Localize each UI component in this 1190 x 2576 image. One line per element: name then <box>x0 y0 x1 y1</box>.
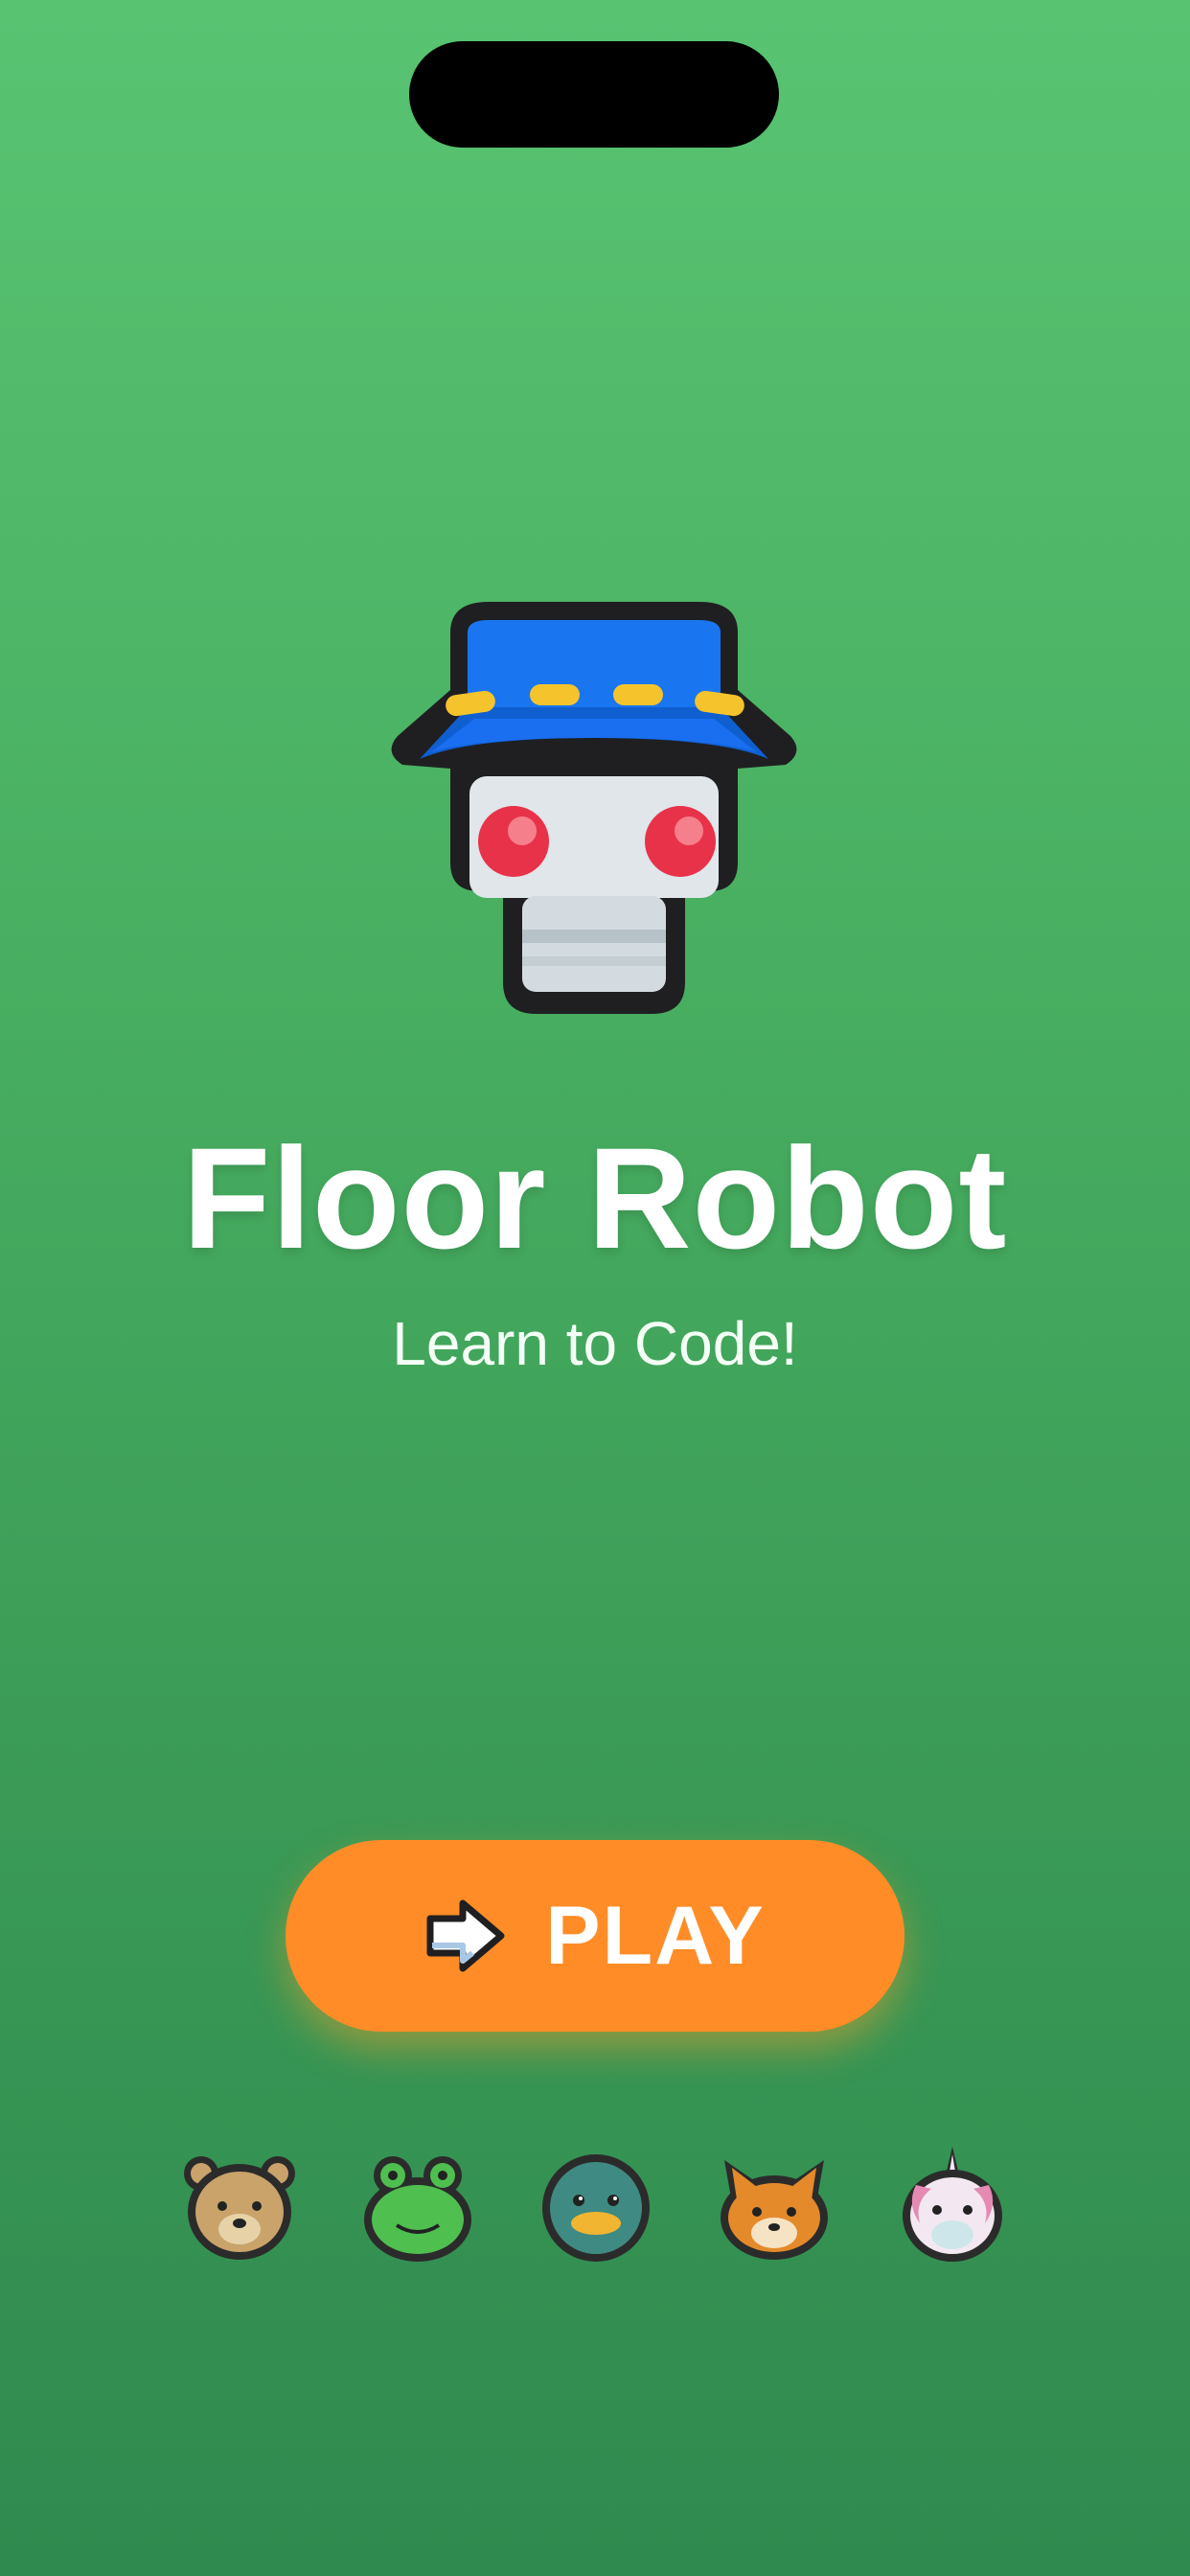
fox-icon[interactable] <box>715 2147 834 2266</box>
play-button[interactable]: PLAY <box>286 1840 904 2032</box>
app-title: Floor Robot <box>182 1117 1008 1278</box>
unicorn-icon[interactable] <box>893 2147 1012 2266</box>
robot-mascot-icon <box>391 602 797 1014</box>
character-row <box>0 2147 1190 2271</box>
play-label: PLAY <box>545 1889 766 1982</box>
app-subtitle: Learn to Code! <box>392 1309 798 1378</box>
dynamic-island <box>409 41 779 148</box>
bear-icon[interactable] <box>180 2147 299 2266</box>
frog-icon[interactable] <box>358 2147 477 2266</box>
duck-icon[interactable] <box>537 2147 655 2266</box>
arrow-right-icon <box>426 1899 505 1972</box>
